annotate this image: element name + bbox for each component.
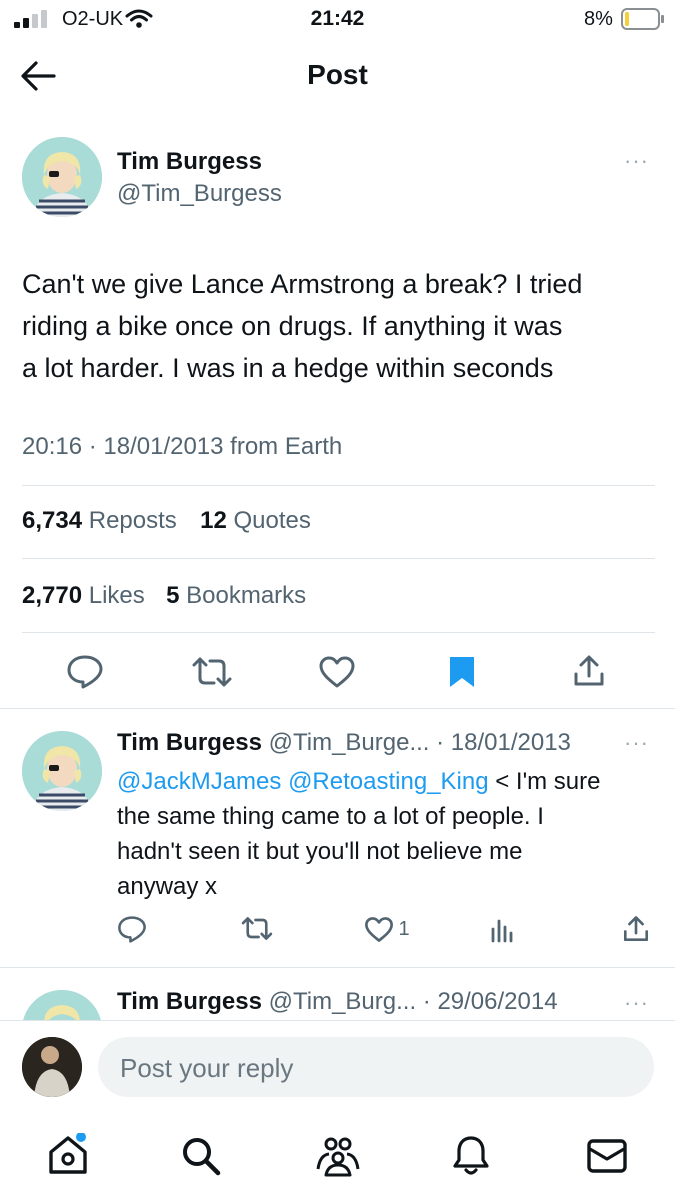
reposts-count: 6,734 <box>22 507 83 534</box>
likes-link[interactable]: 2,770 Likes <box>22 582 145 609</box>
quotes-label: Quotes <box>233 507 311 534</box>
nav-home[interactable] <box>46 1133 90 1177</box>
reply-text-line: the same thing came to a lot of people. … <box>117 803 544 830</box>
reply-repost-button[interactable] <box>240 916 274 941</box>
repost-icon <box>241 917 273 940</box>
divider <box>22 485 655 486</box>
share-icon <box>623 916 649 942</box>
clock: 21:42 <box>310 7 365 30</box>
bell-icon <box>453 1136 489 1175</box>
bookmark-button[interactable] <box>448 655 476 689</box>
reply-avatar[interactable] <box>22 731 102 811</box>
quotes-link[interactable]: 12 Quotes <box>200 507 311 534</box>
post-text: Can't we give Lance Armstrong a break? I… <box>22 263 582 389</box>
share-button[interactable] <box>572 654 606 688</box>
share-icon <box>574 655 604 686</box>
comment-icon <box>118 916 146 943</box>
reply-views-button[interactable] <box>490 917 516 943</box>
battery-icon <box>621 8 665 30</box>
reply-more-options-button[interactable]: ··· <box>624 730 649 756</box>
likes-label: Likes <box>88 582 145 609</box>
heart-icon <box>365 917 393 942</box>
bookmarks-count: 5 <box>166 582 180 609</box>
bookmarks-link[interactable]: 5 Bookmarks <box>166 582 306 609</box>
post-timestamp[interactable]: 20:16 · 18/01/2013 from Earth <box>22 433 342 461</box>
avatar[interactable] <box>22 137 102 217</box>
author-handle[interactable]: @Tim_Burgess <box>117 180 282 208</box>
post-text-line: Can't we give Lance Armstrong a break? I… <box>22 269 583 299</box>
search-icon <box>183 1138 221 1176</box>
reply-text-line: anyway x <box>117 873 218 900</box>
repost-button[interactable] <box>190 656 234 688</box>
bookmark-filled-icon <box>450 657 474 687</box>
divider <box>22 558 655 559</box>
divider <box>0 708 675 709</box>
reply-share-button[interactable] <box>622 915 650 943</box>
reply-item: Tim Burgess @Tim_Burg... · 29/06/2014 ··… <box>0 968 675 1020</box>
divider <box>0 1020 675 1021</box>
reply-input[interactable]: Post your reply <box>98 1037 654 1097</box>
reply-like-button[interactable]: 1 <box>364 916 410 943</box>
post-text-line: a lot harder. I was in a hedge within se… <box>22 353 554 383</box>
nav-messages[interactable] <box>587 1139 627 1173</box>
reply-button[interactable] <box>66 654 104 690</box>
reply-handle-date[interactable]: @Tim_Burg... · 29/06/2014 <box>269 988 558 1015</box>
reply-handle-date[interactable]: @Tim_Burge... · 18/01/2013 <box>269 729 571 756</box>
likes-count: 2,770 <box>22 582 83 609</box>
reposts-label: Reposts <box>88 507 177 534</box>
reply-text-line: @JackMJames @Retoasting_King < I'm sure <box>117 764 601 799</box>
mention-link[interactable]: @JackMJames <box>117 768 281 795</box>
reply-reply-button[interactable] <box>117 915 147 944</box>
mention-link[interactable]: @Retoasting_King <box>288 768 488 795</box>
battery-percentage: 8% <box>584 8 613 30</box>
reply-header: Tim Burgess @Tim_Burg... · 29/06/2014 <box>117 988 558 1016</box>
author-name[interactable]: Tim Burgess <box>117 148 262 176</box>
reply-like-count: 1 <box>398 918 410 940</box>
post-text-line: riding a bike once on drugs. If anything… <box>22 311 563 341</box>
reposts-link[interactable]: 6,734 Reposts <box>22 507 177 534</box>
reply-text-line: hadn't seen it but you'll not believe me <box>117 838 523 865</box>
like-stats: 2,770 Likes 5 Bookmarks <box>22 582 306 610</box>
reply-author-name[interactable]: Tim Burgess <box>117 988 262 1015</box>
analytics-icon <box>491 919 513 943</box>
reply-more-options-button[interactable]: ··· <box>624 990 649 1016</box>
like-button[interactable] <box>318 655 356 689</box>
heart-icon <box>319 656 355 688</box>
reply-author-name[interactable]: Tim Burgess <box>117 729 262 756</box>
divider <box>22 632 655 633</box>
reply-text: @JackMJames @Retoasting_King < I'm sure … <box>117 764 601 904</box>
reply-input-placeholder: Post your reply <box>120 1053 294 1083</box>
repost-stats: 6,734 Reposts 12 Quotes <box>22 507 311 535</box>
repost-icon <box>192 657 232 687</box>
reply-avatar[interactable] <box>22 990 102 1020</box>
current-user-avatar[interactable] <box>22 1037 82 1097</box>
comment-icon <box>67 655 103 689</box>
more-options-button[interactable]: ··· <box>624 148 649 174</box>
page-title: Post <box>307 59 368 90</box>
mail-icon <box>587 1139 627 1173</box>
bookmarks-label: Bookmarks <box>186 582 307 609</box>
quotes-count: 12 <box>200 507 227 534</box>
nav-communities[interactable] <box>315 1135 361 1177</box>
home-icon <box>49 1133 87 1174</box>
status-bar: O2-UK 21:42 8% <box>0 0 675 40</box>
reply-header: Tim Burgess @Tim_Burge... · 18/01/2013 <box>117 729 571 757</box>
communities-icon <box>316 1137 360 1177</box>
nav-search[interactable] <box>180 1135 222 1177</box>
reply-text-fragment: < I'm sure <box>488 768 601 795</box>
nav-notifications[interactable] <box>452 1134 490 1178</box>
